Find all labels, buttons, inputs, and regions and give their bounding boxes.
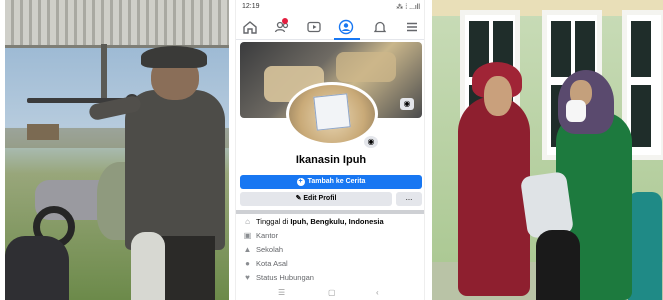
- man-body: [125, 90, 225, 250]
- status-icons: ⁂ ⁞ ...ıll: [396, 4, 420, 11]
- location-pin-icon: ●: [245, 259, 250, 268]
- menu-icon[interactable]: [402, 18, 422, 36]
- product-package: [313, 93, 351, 131]
- woman-left-face: [484, 76, 512, 116]
- woman-left-body: [458, 96, 530, 296]
- plus-icon: +: [296, 178, 305, 186]
- chair: [628, 192, 662, 300]
- profile-name: Ikanasin Ipuh: [295, 154, 367, 166]
- section-divider: [236, 210, 424, 214]
- recent-apps-icon[interactable]: ☰: [278, 288, 285, 297]
- white-bag: [131, 232, 165, 300]
- cover-chips: [336, 52, 396, 82]
- notifications-icon[interactable]: [370, 18, 390, 36]
- notification-badge: [282, 18, 288, 24]
- camera-icon[interactable]: ◉: [400, 98, 414, 110]
- photo-handover: [432, 0, 663, 300]
- home-button-icon[interactable]: ▢: [328, 288, 336, 297]
- top-nav: [236, 14, 424, 40]
- info-work[interactable]: ▣ Kantor: [242, 230, 422, 242]
- status-bar: 12:19 ⁂ ⁞ ...ıll: [236, 0, 424, 14]
- info-hometown[interactable]: ● Kota Asal: [242, 258, 422, 270]
- info-school[interactable]: ▲ Sekolah: [242, 244, 422, 256]
- info-lives: ⌂ Tinggal di Ipuh, Bengkulu, Indonesia: [242, 216, 422, 228]
- facebook-profile-screenshot: 12:19 ⁂ ⁞ ...ıll ◉ ◉ Ikanasin Ipuh + Tam…: [235, 0, 425, 300]
- dark-bag: [5, 236, 69, 300]
- man-hat: [141, 46, 207, 68]
- active-tab-indicator: [334, 38, 360, 40]
- edit-profile-label: Edit Profil: [303, 195, 337, 202]
- photo-collage: 12:19 ⁂ ⁞ ...ıll ◉ ◉ Ikanasin Ipuh + Tam…: [0, 0, 663, 300]
- add-story-label: Tambah ke Cerita: [307, 178, 366, 185]
- photo-weighing-scale: [5, 0, 229, 300]
- more-button[interactable]: ...: [396, 192, 422, 206]
- hut: [27, 124, 59, 140]
- system-nav-bar: ☰ ▢ ‹: [236, 288, 424, 300]
- video-icon[interactable]: [304, 18, 324, 36]
- add-story-button[interactable]: + Tambah ke Cerita: [240, 175, 422, 189]
- home-icon[interactable]: [240, 18, 260, 36]
- briefcase-icon: ▣: [243, 231, 252, 240]
- camera-icon[interactable]: ◉: [364, 136, 378, 148]
- edit-profile-button[interactable]: ✎ Edit Profil: [240, 192, 392, 206]
- roof: [5, 0, 229, 48]
- house-icon: ⌂: [245, 217, 250, 226]
- graduation-cap-icon: ▲: [243, 245, 252, 254]
- face-mask: [566, 100, 586, 122]
- profile-icon[interactable]: [336, 18, 356, 36]
- back-icon[interactable]: ‹: [376, 288, 379, 297]
- heart-icon: ♥: [245, 273, 250, 282]
- hanging-beam: [101, 44, 107, 104]
- status-time: 12:19: [242, 3, 260, 10]
- product-package: [519, 171, 575, 239]
- black-bag: [536, 230, 580, 300]
- info-relationship[interactable]: ♥ Status Hubungan: [242, 272, 422, 284]
